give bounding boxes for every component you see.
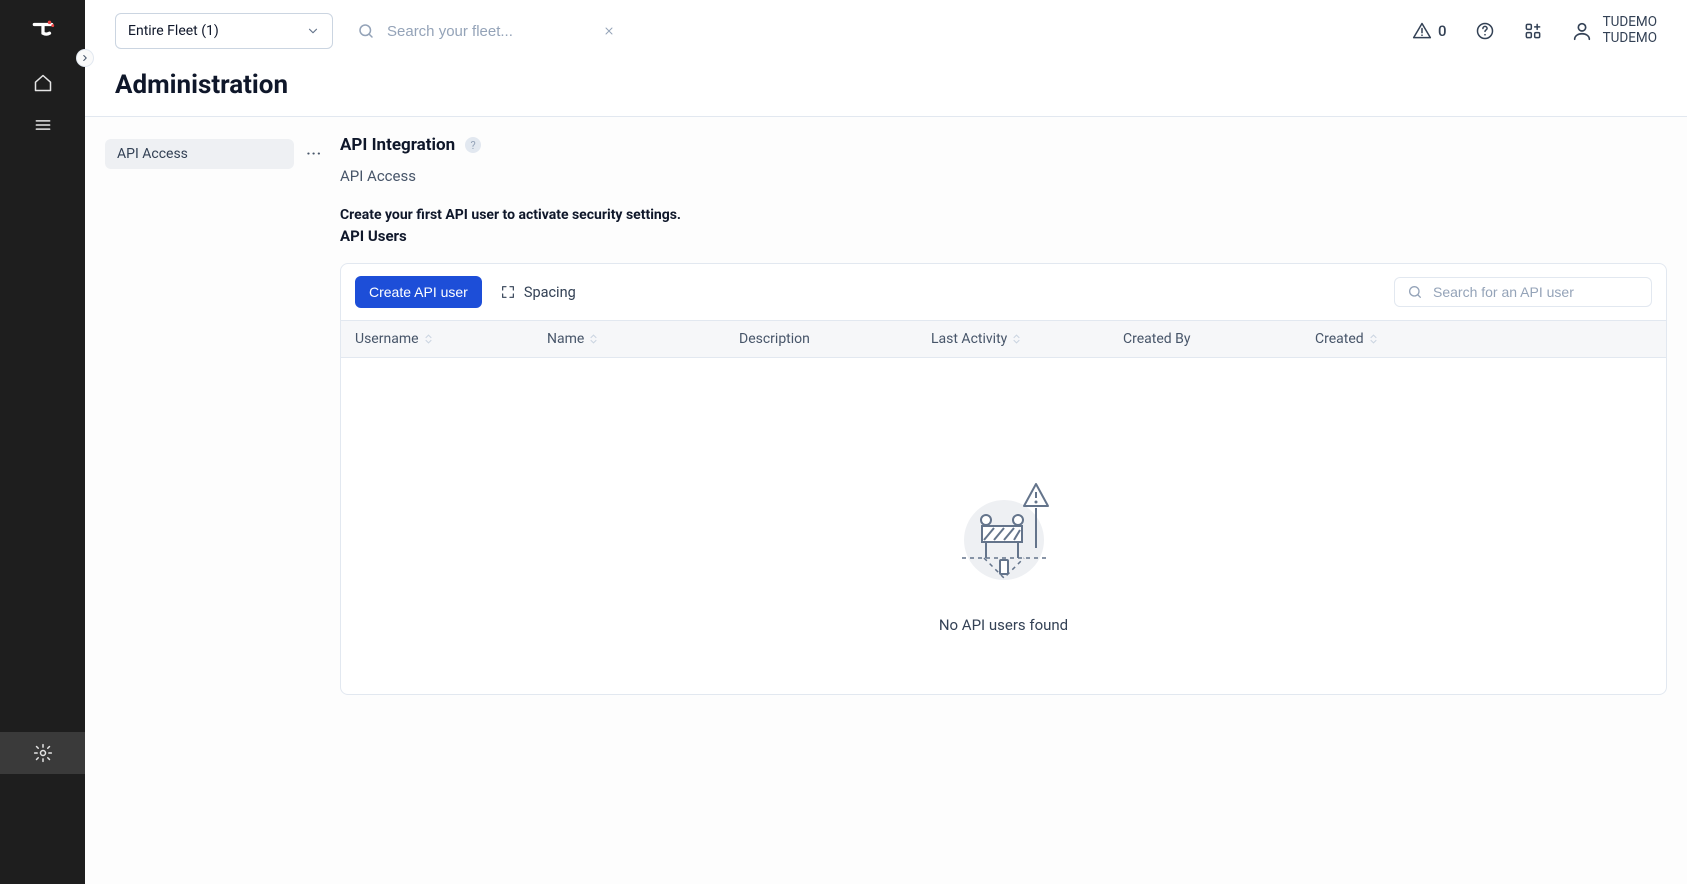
apps-grid-icon [1523,21,1543,41]
empty-state-message: No API users found [939,616,1068,634]
ellipsis-icon: ··· [306,146,322,162]
close-icon [603,25,615,37]
section-hint: Create your first API user to activate s… [340,207,1667,223]
subnav-item-api-access[interactable]: API Access [105,139,294,169]
rail-settings-button[interactable] [0,732,85,774]
column-header-last-activity[interactable]: Last Activity [931,331,1123,347]
main-area: Entire Fleet (1) 0 [85,0,1687,884]
subnav-item-label: API Access [117,146,188,162]
table-toolbar: Create API user Spacing [341,264,1666,320]
expand-icon [500,284,516,300]
page-head: Administration [85,62,1687,116]
help-button[interactable] [1475,21,1495,41]
empty-state-illustration [944,468,1064,588]
rail-expand-button[interactable] [77,50,93,66]
question-icon: ? [471,139,476,152]
settings-subnav: API Access ··· [85,117,340,884]
sort-icon [425,334,432,344]
global-search-input[interactable] [387,23,587,40]
section-subtitle: API Access [340,167,1667,185]
empty-state: No API users found [341,358,1666,694]
search-icon [1407,284,1423,300]
rail-menu-button[interactable] [0,104,85,146]
apps-button[interactable] [1523,21,1543,41]
profile-menu[interactable]: TUDEMO TUDEMO [1571,15,1657,46]
sort-icon [1370,334,1377,344]
column-header-created[interactable]: Created [1315,331,1652,347]
sort-icon [1013,334,1020,344]
rail-home-button[interactable] [0,62,85,104]
topbar: Entire Fleet (1) 0 [85,0,1687,62]
fleet-selector[interactable]: Entire Fleet (1) [115,13,333,49]
table-search-input[interactable] [1433,284,1639,300]
global-search-clear[interactable] [599,21,619,41]
section-title: API Integration [340,135,455,155]
spacing-label: Spacing [524,284,576,301]
left-rail [0,0,85,884]
column-label: Username [355,331,419,347]
search-icon [357,22,375,40]
table-header-row: Username Name [341,320,1666,358]
column-label: Created By [1123,331,1190,347]
sort-icon [590,334,597,344]
app-logo[interactable] [0,0,85,62]
alerts-button[interactable]: 0 [1412,21,1447,41]
help-circle-icon [1475,21,1495,41]
alert-count: 0 [1438,22,1447,40]
column-header-username[interactable]: Username [355,331,547,347]
table-search [1394,277,1652,307]
spacing-button[interactable]: Spacing [500,284,576,301]
column-header-name[interactable]: Name [547,331,739,347]
subnav-more-button[interactable]: ··· [304,142,324,166]
column-label: Name [547,331,584,347]
profile-line1: TUDEMO [1603,15,1657,31]
fleet-selector-label: Entire Fleet (1) [128,23,219,39]
topbar-right: 0 TUDEMO TUDEMO [1412,15,1657,46]
section-help-button[interactable]: ? [465,137,481,153]
warning-triangle-icon [1412,21,1432,41]
create-api-user-button[interactable]: Create API user [355,276,482,308]
profile-line2: TUDEMO [1603,31,1657,47]
column-label: Description [739,331,810,347]
column-header-description[interactable]: Description [739,331,931,347]
page-title: Administration [115,70,1657,100]
column-label: Last Activity [931,331,1007,347]
user-icon [1571,20,1593,42]
section-api-integration: API Integration ? API Access Create your… [340,117,1687,884]
column-label: Created [1315,331,1364,347]
global-search [357,21,619,41]
column-header-created-by[interactable]: Created By [1123,331,1315,347]
api-users-table-card: Create API user Spacing [340,263,1667,695]
chevron-down-icon [306,24,320,38]
content: API Access ··· API Integration ? API Acc… [85,117,1687,884]
api-users-label: API Users [340,227,1667,245]
